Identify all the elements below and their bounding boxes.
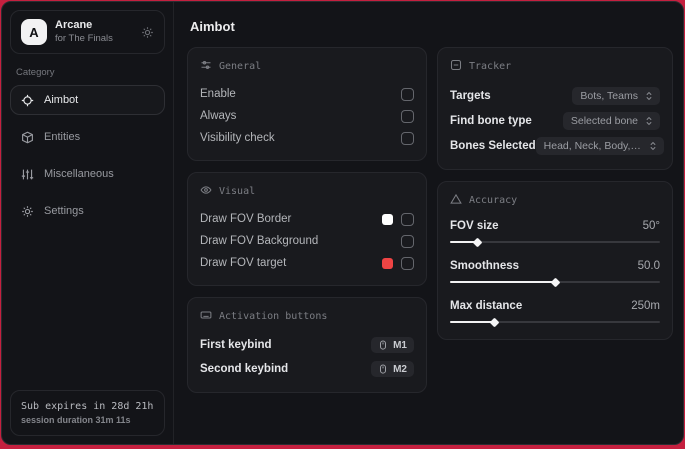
- setting-row-visibility-check: Visibility check: [200, 127, 414, 149]
- sliders-icon: [21, 168, 34, 181]
- sidebar-item-label: Miscellaneous: [44, 168, 114, 180]
- find-bone-type-dropdown[interactable]: Selected bone: [562, 111, 660, 130]
- keyboard-icon: [200, 309, 212, 324]
- fov-target-checkbox[interactable]: [401, 256, 414, 270]
- app-subtitle: for The Finals: [55, 32, 113, 44]
- settings-gear-icon[interactable]: [141, 26, 154, 39]
- smoothness-value: 50.0: [637, 260, 660, 272]
- setting-row-fov-target: Draw FOV target: [200, 252, 414, 274]
- setting-row-fov-border: Draw FOV Border: [200, 208, 414, 230]
- mouse-icon: [380, 340, 387, 350]
- general-icon: [200, 59, 212, 74]
- app-window: A Arcane for The Finals Category Aimbot: [1, 1, 684, 445]
- accuracy-card: Accuracy FOV size 50° Smoothness 50.0 Ma…: [437, 181, 673, 340]
- card-title: Accuracy: [469, 195, 518, 206]
- second-keybind-button[interactable]: M2: [371, 361, 414, 377]
- always-checkbox[interactable]: [401, 109, 414, 123]
- fov-size-slider[interactable]: [450, 237, 660, 247]
- max-distance-value: 250m: [631, 300, 660, 312]
- sidebar-item-label: Settings: [44, 205, 84, 217]
- visual-card: Visual Draw FOV Border Draw FOV Backgrou…: [187, 172, 427, 286]
- sidebar-item-label: Entities: [44, 131, 81, 143]
- mouse-icon: [380, 364, 387, 374]
- first-keybind-button[interactable]: M1: [371, 337, 414, 353]
- bones-selected-dropdown[interactable]: Head, Neck, Body, Pe...: [535, 136, 664, 155]
- setting-row-bones-selected: Bones Selected Head, Neck, Body, Pe...: [450, 133, 664, 158]
- category-label: Category: [16, 67, 55, 78]
- general-card: General Enable Always Visibility check: [187, 47, 427, 161]
- main-content: Aimbot General Enable Always Visibility …: [174, 2, 683, 444]
- setting-row-first-keybind: First keybind M1: [200, 333, 414, 357]
- subscription-status: Sub expires in 28d 21h session duration …: [10, 389, 165, 436]
- fov-size-value: 50°: [642, 220, 660, 232]
- eye-icon: [200, 184, 212, 199]
- crosshair-icon: [21, 94, 34, 107]
- chevrons-up-down-icon: [646, 91, 652, 100]
- slider-thumb[interactable]: [472, 237, 483, 247]
- app-logo: A: [21, 19, 47, 45]
- setting-row-enable: Enable: [200, 83, 414, 105]
- sidebar-item-entities[interactable]: Entities: [10, 122, 165, 152]
- setting-row-smoothness: Smoothness 50.0: [450, 257, 660, 287]
- setting-row-always: Always: [200, 105, 414, 127]
- fov-border-color-swatch[interactable]: [382, 213, 393, 225]
- slider-thumb[interactable]: [489, 317, 500, 327]
- fov-target-color-swatch[interactable]: [382, 257, 393, 269]
- sidebar-item-settings[interactable]: Settings: [10, 196, 165, 226]
- page-title: Aimbot: [190, 19, 235, 34]
- activation-card: Activation buttons First keybind M1 Seco…: [187, 297, 427, 393]
- tracker-card: Tracker Targets Bots, Teams Find bone ty…: [437, 47, 673, 170]
- card-title: General: [219, 61, 262, 72]
- sub-expiry-text: Sub expires in 28d 21h: [21, 400, 154, 412]
- card-title: Activation buttons: [219, 311, 328, 322]
- slider-thumb[interactable]: [550, 277, 561, 287]
- sidebar-item-label: Aimbot: [44, 94, 79, 106]
- setting-row-max-distance: Max distance 250m: [450, 297, 660, 327]
- fov-background-checkbox[interactable]: [401, 234, 414, 248]
- max-distance-slider[interactable]: [450, 317, 660, 327]
- setting-row-fov-size: FOV size 50°: [450, 217, 660, 247]
- card-title: Visual: [219, 186, 256, 197]
- targets-dropdown[interactable]: Bots, Teams: [572, 86, 660, 105]
- app-header: A Arcane for The Finals: [10, 10, 165, 54]
- sidebar-item-aimbot[interactable]: Aimbot: [10, 85, 165, 115]
- scan-icon: [450, 59, 462, 74]
- session-duration-text: session duration 31m 11s: [21, 414, 131, 425]
- chevrons-up-down-icon: [646, 116, 652, 125]
- gear-icon: [21, 205, 34, 218]
- setting-row-second-keybind: Second keybind M2: [200, 357, 414, 381]
- sidebar-item-miscellaneous[interactable]: Miscellaneous: [10, 159, 165, 189]
- chevrons-up-down-icon: [650, 141, 656, 150]
- setting-row-fov-background: Draw FOV Background: [200, 230, 414, 252]
- cube-icon: [21, 131, 34, 144]
- enable-checkbox[interactable]: [401, 87, 414, 101]
- card-title: Tracker: [469, 61, 512, 72]
- app-name: Arcane: [55, 19, 93, 32]
- triangle-icon: [450, 193, 462, 208]
- smoothness-slider[interactable]: [450, 277, 660, 287]
- visibility-check-checkbox[interactable]: [401, 131, 414, 145]
- setting-row-find-bone-type: Find bone type Selected bone: [450, 108, 660, 133]
- fov-border-checkbox[interactable]: [401, 212, 414, 226]
- setting-row-targets: Targets Bots, Teams: [450, 83, 660, 108]
- sidebar: A Arcane for The Finals Category Aimbot: [2, 2, 174, 444]
